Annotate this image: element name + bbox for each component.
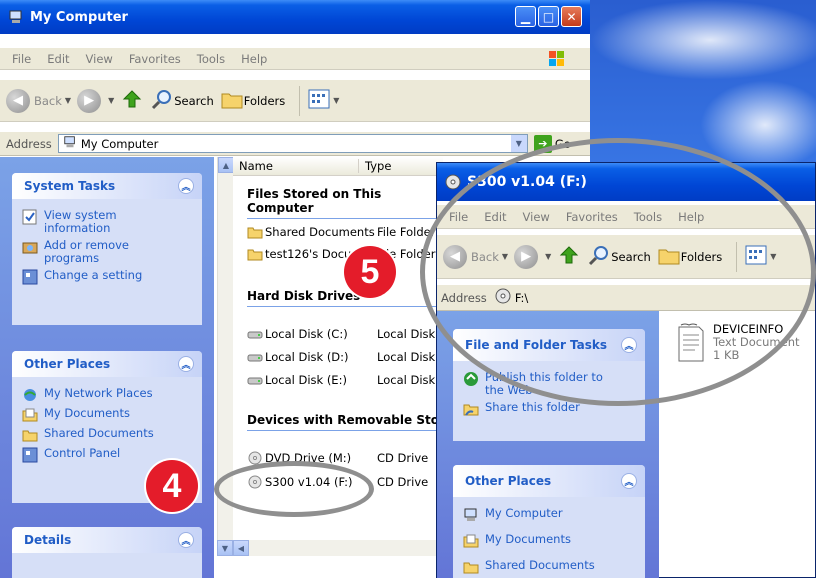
search-icon [150,87,174,114]
other-places-title: Other Places [24,357,111,371]
menu-view[interactable]: View [78,52,121,66]
folder-icon [463,559,479,575]
publish-web-icon [463,371,479,387]
place-network[interactable]: My Network Places [22,387,192,403]
folder-icon [247,225,263,239]
menu-help[interactable]: Help [233,52,275,66]
other-places-title: Other Places [465,474,552,488]
folder-icon [22,427,38,443]
address-input[interactable]: My Computer ▼ [57,134,528,153]
scroll-left-icon[interactable]: ◀ [233,540,249,556]
list-item[interactable]: Local Disk (E:) Local Disk [247,373,435,387]
system-tasks-panel: System Tasks ︽ View system information A… [12,173,202,325]
my-documents-icon [463,533,479,549]
place-my-documents[interactable]: My Documents [463,533,635,549]
minimize-button[interactable]: ▁ [515,6,536,27]
step-badge-4: 4 [146,460,198,512]
dropdown-arrow-icon[interactable]: ▼ [510,135,527,152]
search-label: Search [174,93,214,108]
views-button[interactable]: ▼ [308,89,339,112]
address-label: Address [6,136,52,151]
windows-logo-icon [540,50,574,71]
back-button[interactable]: ◀ Back ▼ [6,88,71,113]
back-label: Back [34,93,62,108]
group-header-removable: Devices with Removable Storag [247,413,443,431]
menu-tools[interactable]: Tools [189,52,233,66]
address-bar: Address My Computer ▼ ➔ Go [0,132,590,156]
place-my-documents[interactable]: My Documents [22,407,192,423]
other-places-panel: Other Places ︽ My Computer My Documents … [453,465,645,578]
folders-icon [220,88,244,113]
scroll-down-icon[interactable]: ▼ [217,540,233,556]
hard-disk-icon [247,373,263,387]
group-header-hdd: Hard Disk Drives [247,289,443,307]
background-cloud [590,0,816,80]
highlight-ellipse-s300-drive [214,461,374,517]
column-name[interactable]: Name [233,159,359,173]
back-arrow-icon: ◀ [6,88,30,113]
up-folder-icon [120,87,144,114]
add-remove-icon [22,239,38,255]
my-computer-icon [63,135,77,152]
column-headers: Name Type [233,157,443,176]
window-title: My Computer [30,9,128,25]
menu-bar: File Edit View Favorites Tools Help [0,48,590,70]
hard-disk-icon [247,327,263,341]
collapse-chevron-icon[interactable]: ︽ [178,356,194,372]
collapse-chevron-icon[interactable]: ︽ [621,473,637,489]
task-view-system-info[interactable]: View system information [22,209,192,235]
toolbar: ◀ Back ▼ ▶ ▼ Search Folders ▼ [0,80,590,122]
column-type[interactable]: Type [359,159,391,173]
my-computer-icon [8,9,24,25]
my-computer-icon [463,507,479,523]
address-value: My Computer [80,136,159,151]
scroll-up-icon[interactable]: ▲ [218,157,234,173]
forward-arrow-icon: ▶ [77,88,102,113]
place-my-computer[interactable]: My Computer [463,507,635,523]
maximize-button[interactable]: □ [538,6,559,27]
search-button[interactable]: Search [150,87,214,114]
menu-file[interactable]: File [4,52,39,66]
details-panel: Details ︽ [12,527,202,578]
list-item[interactable]: Local Disk (D:) Local Disk [247,350,435,364]
up-folder-button[interactable] [120,87,144,114]
list-item[interactable]: Shared Documents File Folder [247,225,435,239]
task-add-remove-programs[interactable]: Add or remove programs [22,239,192,265]
share-folder-icon [463,401,479,417]
folders-label: Folders [243,93,286,108]
place-shared-documents[interactable]: Shared Documents [22,427,192,443]
place-shared-documents[interactable]: Shared Documents [463,559,635,575]
collapse-chevron-icon[interactable]: ︽ [178,178,194,194]
group-header-files: Files Stored on This Computer [247,187,443,219]
details-title: Details [24,533,72,547]
task-pane: System Tasks ︽ View system information A… [0,157,214,578]
control-panel-icon [22,447,38,463]
system-tasks-title: System Tasks [24,179,116,193]
horizontal-scrollbar[interactable]: ▼ ◀ [217,540,447,556]
other-places-header[interactable]: Other Places ︽ [453,465,645,497]
control-panel-icon [22,269,38,285]
views-icon [308,89,330,112]
folder-icon [247,247,263,261]
folders-button[interactable]: Folders [220,88,286,113]
network-places-icon [22,387,38,403]
title-bar[interactable]: My Computer ▁ □ ✕ [0,0,590,34]
system-info-icon [22,209,38,225]
my-documents-icon [22,407,38,423]
system-tasks-header[interactable]: System Tasks ︽ [12,173,202,199]
menu-edit[interactable]: Edit [39,52,77,66]
highlight-ellipse-drive-window [420,138,816,406]
step-badge-5: 5 [344,246,396,298]
details-header[interactable]: Details ︽ [12,527,202,553]
other-places-header[interactable]: Other Places ︽ [12,351,202,377]
menu-favorites[interactable]: Favorites [121,52,189,66]
close-button[interactable]: ✕ [561,6,582,27]
task-change-setting[interactable]: Change a setting [22,269,192,285]
list-item[interactable]: Local Disk (C:) Local Disk [247,327,435,341]
forward-button[interactable]: ▶ ▼ [77,88,114,113]
list-item[interactable]: test126's Docum... File Folder [247,247,435,261]
hard-disk-icon [247,350,263,364]
cd-drive-icon [445,174,461,190]
collapse-chevron-icon[interactable]: ︽ [178,532,194,548]
